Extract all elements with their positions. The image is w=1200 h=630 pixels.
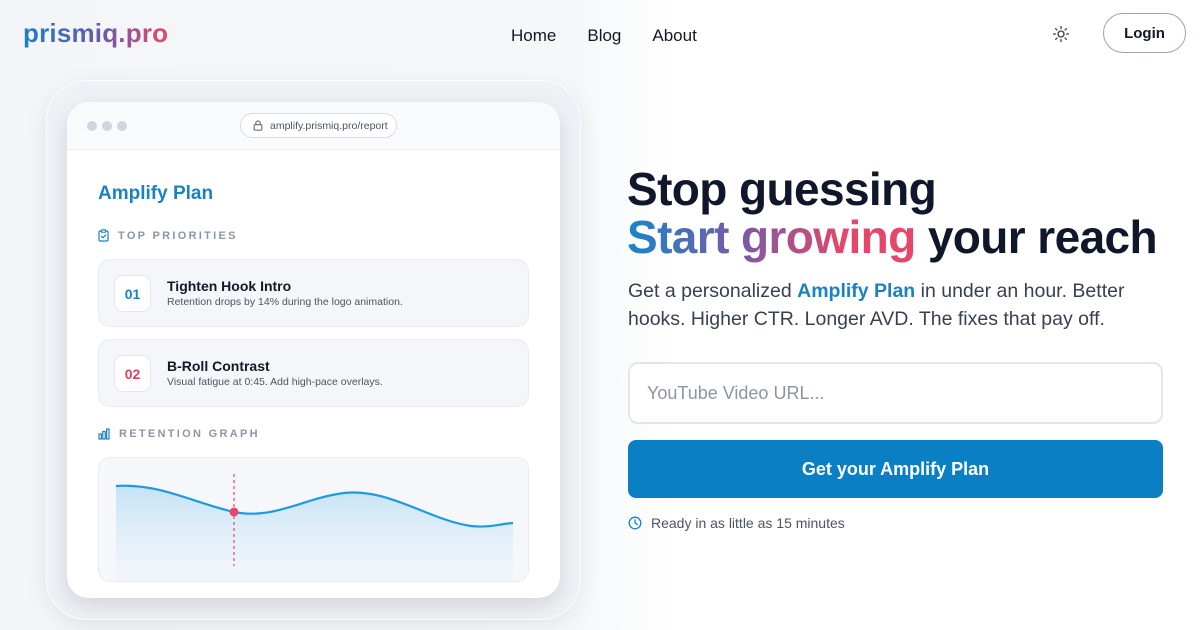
priority-title: Tighten Hook Intro xyxy=(167,278,292,294)
brand-logo[interactable]: prismiq.pro xyxy=(23,18,168,49)
clock-icon xyxy=(628,516,642,530)
nav-link-about[interactable]: About xyxy=(652,26,696,46)
priority-description: Visual fatigue at 0:45. Add high-pace ov… xyxy=(167,376,383,388)
top-nav: prismiq.pro Home Blog About Login xyxy=(0,0,1200,70)
priority-number: 01 xyxy=(114,275,151,312)
graph-label: RETENTION GRAPH xyxy=(119,428,260,440)
hero-headline: Stop guessing Start growing your reach xyxy=(627,163,1158,263)
priority-card: 02 B-Roll Contrast Visual fatigue at 0:4… xyxy=(98,339,529,407)
nav-links: Home Blog About xyxy=(511,26,728,46)
plan-title: Amplify Plan xyxy=(98,183,214,204)
get-plan-button[interactable]: Get your Amplify Plan xyxy=(628,440,1163,498)
nav-link-blog[interactable]: Blog xyxy=(587,26,621,46)
ready-note: Ready in as little as 15 minutes xyxy=(628,515,845,531)
window-dot xyxy=(87,121,97,131)
priorities-label: TOP PRIORITIES xyxy=(118,229,238,242)
ready-text: Ready in as little as 15 minutes xyxy=(651,515,845,531)
youtube-url-input[interactable] xyxy=(628,362,1163,424)
hero-subtext: Get a personalized Amplify Plan in under… xyxy=(628,277,1148,333)
retention-graph xyxy=(98,457,529,582)
headline-line-1: Stop guessing xyxy=(627,163,937,215)
priority-title: B-Roll Contrast xyxy=(167,358,270,374)
nav-link-home[interactable]: Home xyxy=(511,26,556,46)
address-url: amplify.prismiq.pro/report xyxy=(270,119,388,132)
theme-toggle-button[interactable] xyxy=(1049,22,1073,46)
headline-line-2: Start growing your reach xyxy=(627,211,1158,263)
priority-description: Retention drops by 14% during the logo a… xyxy=(167,296,403,308)
report-preview-window: amplify.prismiq.pro/report Amplify Plan … xyxy=(67,102,560,598)
lock-icon xyxy=(253,120,263,131)
priorities-heading: TOP PRIORITIES xyxy=(98,229,238,242)
graph-heading: RETENTION GRAPH xyxy=(98,428,260,440)
clipboard-icon xyxy=(98,229,109,242)
window-dot xyxy=(117,121,127,131)
login-button[interactable]: Login xyxy=(1103,13,1186,53)
headline-accent: Start growing xyxy=(627,211,916,263)
sun-icon xyxy=(1052,25,1070,43)
retention-graph-svg xyxy=(115,474,514,581)
bar-chart-icon xyxy=(98,428,110,440)
priority-number: 02 xyxy=(114,355,151,392)
headline-rest: your reach xyxy=(915,211,1158,263)
subtext-highlight: Amplify Plan xyxy=(797,280,916,302)
window-dot xyxy=(102,121,112,131)
drop-marker-dot xyxy=(229,507,239,517)
priority-card: 01 Tighten Hook Intro Retention drops by… xyxy=(98,259,529,327)
address-bar: amplify.prismiq.pro/report xyxy=(240,113,397,138)
subtext-before: Get a personalized xyxy=(628,280,798,302)
browser-bar: amplify.prismiq.pro/report xyxy=(67,102,560,150)
